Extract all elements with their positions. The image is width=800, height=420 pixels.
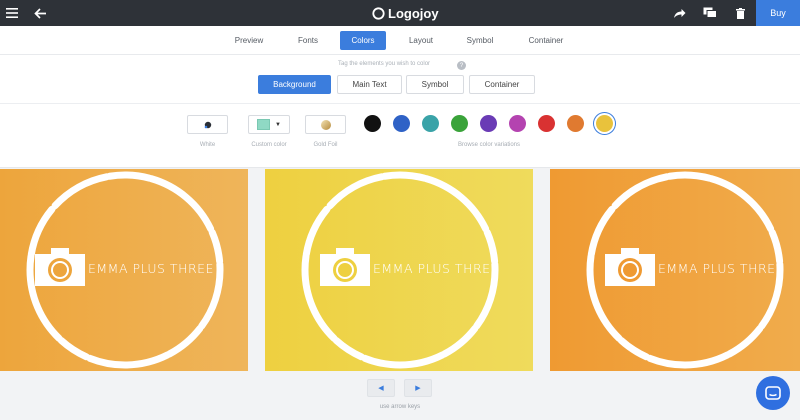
color-swatch-black[interactable] — [364, 115, 381, 132]
chat-icon — [765, 385, 781, 400]
browse-variations-label: Browse color variations — [457, 142, 521, 148]
color-swatch-teal[interactable] — [422, 115, 439, 132]
chevron-right-icon: ▶ — [415, 385, 421, 392]
color-swatch-magenta[interactable] — [509, 115, 526, 132]
tag-symbol-button[interactable]: Symbol — [406, 75, 464, 94]
custom-color-dropdown[interactable]: ▼ — [248, 115, 290, 134]
color-swatch-purple[interactable] — [480, 115, 497, 132]
arrow-keys-hint: use arrow keys — [379, 404, 421, 410]
previous-button[interactable]: ◀ — [367, 379, 395, 397]
tab-preview[interactable]: Preview — [228, 31, 270, 50]
panel-divider — [0, 103, 800, 104]
camera-icon — [605, 248, 655, 286]
tag-background-button[interactable]: Background — [258, 75, 331, 94]
help-icon[interactable]: ? — [457, 61, 466, 70]
chat-button[interactable] — [756, 376, 790, 410]
logo-business-name: EMMA PLUS THREE — [373, 261, 499, 276]
next-button[interactable]: ▶ — [404, 379, 432, 397]
brand-name: Logojoy — [388, 5, 439, 21]
white-label: White — [199, 142, 216, 148]
share-icon[interactable] — [670, 0, 688, 26]
color-swatch-red[interactable] — [538, 115, 555, 132]
chevron-left-icon: ◀ — [378, 385, 384, 392]
color-swatch-yellow[interactable] — [596, 115, 613, 132]
color-swatch-orange[interactable] — [567, 115, 584, 132]
camera-icon — [320, 248, 370, 286]
logo-business-name: EMMA PLUS THREE — [88, 261, 214, 276]
logo-variation-card[interactable]: EMMA PLUS THREE — [0, 169, 248, 371]
tag-main-text-button[interactable]: Main Text — [337, 75, 402, 94]
color-swatch-green[interactable] — [451, 115, 468, 132]
camera-icon — [35, 248, 85, 286]
tag-container-button[interactable]: Container — [469, 75, 535, 94]
menu-icon[interactable] — [4, 0, 20, 26]
logo-variation-card[interactable]: EMMA PLUS THREE — [550, 169, 800, 371]
gold-foil-swatch — [320, 119, 331, 130]
tag-hint: Tag the elements you wish to color — [338, 61, 431, 67]
logojoy-mark-icon — [372, 6, 385, 20]
trash-icon[interactable] — [732, 0, 748, 26]
color-panel — [0, 55, 800, 168]
buy-button[interactable]: Buy — [756, 0, 800, 26]
custom-color-swatch — [257, 119, 271, 130]
white-option[interactable] — [187, 115, 228, 134]
gold-foil-option[interactable] — [305, 115, 346, 134]
chevron-down-icon: ▼ — [275, 121, 281, 128]
color-swatch-blue[interactable] — [393, 115, 410, 132]
custom-color-label: Custom color — [251, 142, 287, 148]
top-bar: Logojoy Buy — [0, 0, 800, 26]
comment-icon[interactable] — [700, 0, 720, 26]
color-picker-icon — [204, 121, 211, 128]
gold-foil-label: Gold Foil — [313, 142, 338, 148]
tab-fonts[interactable]: Fonts — [290, 31, 326, 50]
back-arrow-icon[interactable] — [31, 0, 49, 26]
brand-logo[interactable]: Logojoy — [372, 0, 439, 26]
tab-symbol[interactable]: Symbol — [460, 31, 500, 50]
tab-colors[interactable]: Colors — [340, 31, 386, 50]
tab-layout[interactable]: Layout — [403, 31, 439, 50]
logo-business-name: EMMA PLUS THREE — [658, 261, 784, 276]
editor-tabs: Preview Fonts Colors Layout Symbol Conta… — [0, 26, 800, 55]
logo-variation-card[interactable]: EMMA PLUS THREE — [265, 169, 533, 371]
tab-container[interactable]: Container — [522, 31, 570, 50]
